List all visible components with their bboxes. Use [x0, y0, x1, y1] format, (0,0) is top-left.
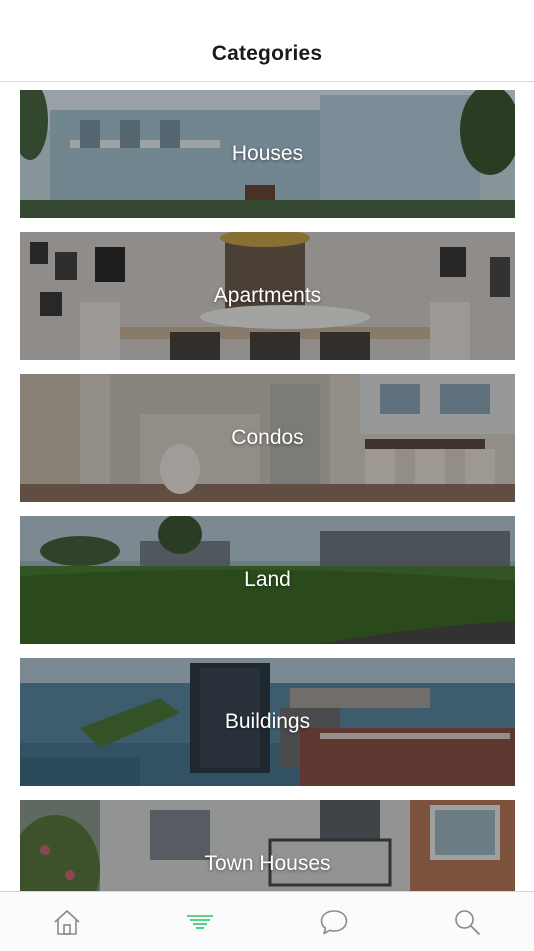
- tab-chat[interactable]: [304, 897, 364, 947]
- search-icon: [455, 909, 481, 935]
- list-icon: [187, 914, 214, 929]
- header-bar: Categories: [0, 0, 534, 82]
- category-card-buildings[interactable]: Buildings: [20, 658, 515, 786]
- page-title: Categories: [211, 42, 323, 65]
- category-label: Land: [244, 568, 291, 591]
- category-label: Condos: [231, 426, 304, 449]
- category-card-apartments[interactable]: Apartments: [20, 232, 515, 360]
- chat-icon: [320, 909, 348, 934]
- category-label: Apartments: [213, 284, 322, 307]
- category-card-condos[interactable]: Condos: [20, 374, 515, 502]
- category-card-land[interactable]: Land: [20, 516, 515, 644]
- category-list: Houses Apartments Condos Land Buildings …: [20, 90, 515, 942]
- tab-bar: [0, 891, 534, 951]
- home-icon: [54, 909, 80, 935]
- category-label: Buildings: [224, 710, 311, 733]
- category-label: Houses: [231, 142, 304, 165]
- tab-search[interactable]: [437, 897, 497, 947]
- category-card-houses[interactable]: Houses: [20, 90, 515, 218]
- tab-list[interactable]: [170, 897, 230, 947]
- tab-home[interactable]: [37, 897, 97, 947]
